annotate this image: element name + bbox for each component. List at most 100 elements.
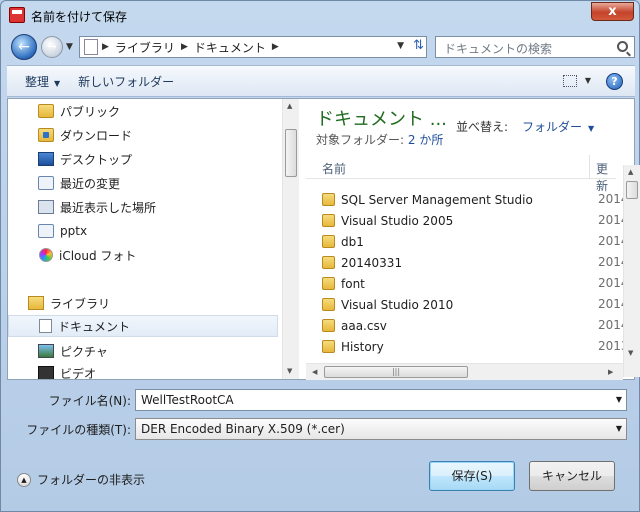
- title-bar: 名前を付けて保存 x: [1, 1, 639, 31]
- filetype-label: ファイルの種類(T):: [26, 423, 131, 437]
- chevron-down-icon: ▼: [615, 424, 622, 433]
- chevron-down-icon[interactable]: ▼: [616, 395, 622, 404]
- nav-item-label: パブリック: [60, 104, 121, 119]
- save-button[interactable]: 保存(S): [429, 461, 515, 491]
- nav-item-desktop[interactable]: デスクトップ: [8, 148, 278, 170]
- search-input[interactable]: ドキュメントの検索: [435, 36, 635, 58]
- address-dropdown-icon[interactable]: ▼: [397, 41, 404, 51]
- table-row[interactable]: SQL Server Management Studio 2014: [322, 189, 629, 210]
- folder-icon: [322, 298, 335, 311]
- recent-icon: [38, 176, 54, 190]
- nav-item-downloads[interactable]: ダウンロード: [8, 124, 278, 146]
- table-row[interactable]: Visual Studio 2010 2014: [322, 294, 629, 315]
- scroll-left-icon[interactable]: ◀: [312, 368, 317, 376]
- pptx-icon: [38, 224, 54, 238]
- chevron-right-icon[interactable]: ▶: [181, 42, 188, 52]
- filename-input[interactable]: WellTestRootCA ▼: [135, 389, 627, 411]
- column-divider[interactable]: [589, 155, 590, 179]
- filename-value: WellTestRootCA: [141, 393, 234, 407]
- nav-item-recent-changes[interactable]: 最近の変更: [8, 172, 278, 194]
- nav-item-recent-places[interactable]: 最近表示した場所: [8, 196, 278, 218]
- scroll-down-icon[interactable]: ▼: [628, 349, 633, 357]
- scroll-up-icon[interactable]: ▲: [287, 102, 292, 110]
- table-row[interactable]: aaa.csv 2014: [322, 315, 629, 336]
- folder-icon: [322, 277, 335, 290]
- library-includes: 対象フォルダー: 2 か所: [316, 131, 443, 148]
- nav-item-icloud-photos[interactable]: iCloud フォト: [8, 244, 278, 266]
- nav-item-pictures[interactable]: ピクチャ: [8, 340, 278, 362]
- pictures-icon: [38, 344, 54, 358]
- view-options-icon[interactable]: [563, 75, 577, 87]
- save-as-dialog: 名前を付けて保存 x ← → ▼ ▶ ライブラリ ▶ ドキュメント ▶ ▼ ⇅ …: [0, 0, 640, 512]
- nav-item-documents[interactable]: ドキュメント: [8, 315, 278, 337]
- library-title: ドキュメント ...: [316, 109, 447, 130]
- nav-item-label: ダウンロード: [60, 128, 133, 143]
- nav-item-label: 最近の変更: [60, 176, 121, 191]
- nav-item-label: ピクチャ: [60, 344, 108, 359]
- folder-icon: [322, 340, 335, 353]
- file-list-horizontal-scrollbar[interactable]: ◀ ||| ▶: [306, 363, 623, 380]
- address-folder-icon: [84, 39, 98, 55]
- column-name[interactable]: 名前: [322, 160, 346, 177]
- cancel-button[interactable]: キャンセル: [529, 461, 615, 491]
- nav-item-public[interactable]: パブリック: [8, 100, 278, 122]
- scroll-thumb[interactable]: [285, 129, 297, 177]
- folder-icon: [322, 214, 335, 227]
- file-name: Visual Studio 2005: [341, 213, 454, 228]
- table-row[interactable]: db1 2014: [322, 231, 629, 252]
- navigation-scrollbar[interactable]: ▲ ▼: [282, 99, 299, 379]
- history-dropdown-icon[interactable]: ▼: [66, 42, 73, 52]
- file-name: Visual Studio 2010: [341, 297, 454, 312]
- scroll-down-icon[interactable]: ▼: [287, 367, 292, 375]
- breadcrumb-documents[interactable]: ドキュメント: [194, 39, 266, 56]
- scroll-up-icon[interactable]: ▲: [628, 168, 633, 176]
- scroll-right-icon[interactable]: ▶: [608, 368, 613, 376]
- nav-item-videos[interactable]: ビデオ: [8, 362, 278, 379]
- table-row[interactable]: font 2014: [322, 273, 629, 294]
- chevron-right-icon[interactable]: ▶: [102, 42, 109, 52]
- filetype-value: DER Encoded Binary X.509 (*.cer): [141, 422, 345, 436]
- file-list-vertical-scrollbar[interactable]: ▲ ▼: [623, 165, 640, 377]
- arrange-by-value: フォルダー: [522, 120, 583, 134]
- nav-item-label: ビデオ: [60, 366, 97, 380]
- arrange-by-label: 並べ替え:: [456, 120, 509, 134]
- help-icon[interactable]: ?: [606, 73, 623, 90]
- table-row[interactable]: 20140331 2014: [322, 252, 629, 273]
- nav-item-label: 最近表示した場所: [60, 200, 157, 215]
- nav-item-pptx[interactable]: pptx: [8, 220, 278, 242]
- target-folder-link[interactable]: 2 か所: [408, 133, 443, 147]
- collapse-up-icon: ▲: [17, 472, 31, 487]
- table-row[interactable]: Visual Studio 2005 2014: [322, 210, 629, 231]
- nav-item-label: ドキュメント: [58, 319, 131, 334]
- app-icon: [9, 7, 25, 23]
- file-name: History: [341, 339, 384, 354]
- search-icon[interactable]: [617, 41, 628, 52]
- scroll-thumb[interactable]: |||: [324, 366, 468, 378]
- target-folder-label: 対象フォルダー:: [316, 133, 405, 147]
- table-row[interactable]: History 2013: [322, 336, 629, 357]
- browser-pane: パブリック ダウンロード デスクトップ 最近の変更 最近表示した場所 pptx …: [7, 98, 640, 380]
- scroll-thumb[interactable]: [626, 181, 638, 199]
- close-button[interactable]: x: [591, 2, 634, 21]
- command-toolbar: 整理 ▼ 新しいフォルダー ▼ ?: [7, 65, 635, 97]
- refresh-icon[interactable]: ⇅: [413, 38, 424, 53]
- breadcrumb-libraries[interactable]: ライブラリ: [115, 39, 175, 56]
- address-bar[interactable]: ▶ ライブラリ ▶ ドキュメント ▶ ▼ ⇅: [79, 36, 427, 58]
- arrange-by-dropdown[interactable]: フォルダー ▼: [522, 118, 594, 135]
- chevron-down-icon: ▼: [54, 78, 61, 88]
- back-button[interactable]: ←: [11, 34, 37, 60]
- filetype-select[interactable]: DER Encoded Binary X.509 (*.cer) ▼: [135, 418, 627, 440]
- chevron-down-icon[interactable]: ▼: [585, 76, 591, 85]
- nav-item-libraries[interactable]: ライブラリ: [8, 292, 278, 314]
- new-folder-button[interactable]: 新しいフォルダー: [78, 73, 174, 90]
- file-list-pane: ドキュメント ... 対象フォルダー: 2 か所 並べ替え: フォルダー ▼ 名前…: [300, 99, 634, 379]
- hide-folders-toggle[interactable]: ▲ フォルダーの非表示: [17, 471, 145, 488]
- hide-folders-label: フォルダーの非表示: [37, 473, 146, 487]
- chevron-right-icon[interactable]: ▶: [272, 42, 279, 52]
- icloud-icon: [39, 248, 53, 262]
- save-options: ファイル名(N): WellTestRootCA ▼ ファイルの種類(T): DE…: [7, 381, 635, 511]
- file-name: aaa.csv: [341, 318, 387, 333]
- organize-button[interactable]: 整理 ▼: [25, 73, 60, 90]
- navigation-pane: パブリック ダウンロード デスクトップ 最近の変更 最近表示した場所 pptx …: [8, 99, 282, 379]
- forward-button[interactable]: →: [41, 36, 63, 58]
